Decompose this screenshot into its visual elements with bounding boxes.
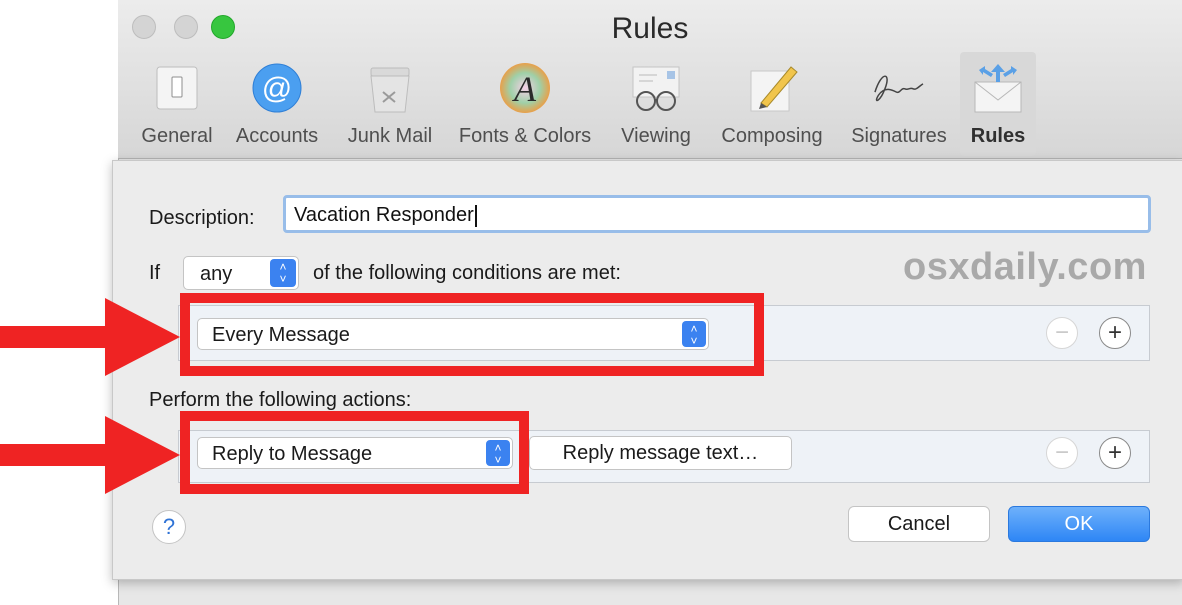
- pencil-icon: [743, 60, 801, 116]
- tab-signatures-label: Signatures: [851, 125, 947, 147]
- general-switch-icon: [148, 60, 206, 116]
- tab-general[interactable]: General: [130, 52, 224, 156]
- red-arrow-icon: [0, 416, 180, 494]
- trash-bin-icon: [361, 60, 419, 116]
- add-condition-button[interactable]: +: [1099, 317, 1131, 349]
- svg-text:A: A: [512, 69, 537, 109]
- tab-general-label: General: [141, 125, 213, 147]
- match-condition-select[interactable]: any ˄ ˅: [183, 256, 299, 290]
- chevron-up-down-icon: ˄ ˅: [270, 259, 296, 287]
- signature-icon: [870, 60, 928, 116]
- tab-viewing-label: Viewing: [621, 125, 691, 147]
- watermark: osxdaily.com: [903, 246, 1147, 288]
- envelope-arrows-icon: [969, 60, 1027, 116]
- description-field[interactable]: Vacation Responder: [283, 195, 1151, 233]
- description-label: Description:: [149, 207, 255, 229]
- description-value: Vacation Responder: [294, 204, 474, 226]
- ok-button[interactable]: OK: [1008, 506, 1150, 542]
- conditions-label: of the following conditions are met:: [313, 262, 621, 284]
- highlight-box-condition: [180, 293, 764, 376]
- tab-rules-label: Rules: [970, 125, 1026, 147]
- reply-message-text-button[interactable]: Reply message text…: [529, 436, 792, 470]
- remove-condition-button[interactable]: −: [1046, 317, 1078, 349]
- minimize-button[interactable]: [174, 15, 198, 39]
- help-button[interactable]: ?: [152, 510, 186, 544]
- tab-junk-mail[interactable]: Junk Mail: [334, 52, 446, 156]
- glasses-letter-icon: [627, 60, 685, 116]
- tab-fonts-colors-label: Fonts & Colors: [458, 125, 592, 147]
- tab-rules[interactable]: Rules: [960, 52, 1036, 156]
- tab-composing-label: Composing: [721, 125, 823, 147]
- tab-composing[interactable]: Composing: [708, 52, 836, 156]
- tab-accounts-label: Accounts: [235, 125, 319, 147]
- match-condition-value: any: [200, 263, 233, 285]
- tab-signatures[interactable]: Signatures: [842, 52, 956, 156]
- window-title: Rules: [611, 12, 689, 45]
- add-action-button[interactable]: +: [1099, 437, 1131, 469]
- highlight-box-action: [180, 411, 529, 494]
- tab-junk-mail-label: Junk Mail: [347, 125, 433, 147]
- text-cursor: [474, 204, 477, 227]
- tab-viewing[interactable]: Viewing: [610, 52, 702, 156]
- tab-accounts[interactable]: @ Accounts: [226, 52, 328, 156]
- cancel-button[interactable]: Cancel: [848, 506, 990, 542]
- actions-label: Perform the following actions:: [149, 389, 412, 411]
- zoom-button[interactable]: [211, 15, 235, 39]
- close-button[interactable]: [132, 15, 156, 39]
- if-label: If: [149, 262, 161, 284]
- svg-text:@: @: [262, 72, 292, 105]
- red-arrow-icon: [0, 298, 180, 376]
- tab-fonts-colors[interactable]: A Fonts & Colors: [450, 52, 600, 156]
- at-sign-icon: @: [248, 60, 306, 116]
- remove-action-button[interactable]: −: [1046, 437, 1078, 469]
- font-color-icon: A: [496, 60, 554, 116]
